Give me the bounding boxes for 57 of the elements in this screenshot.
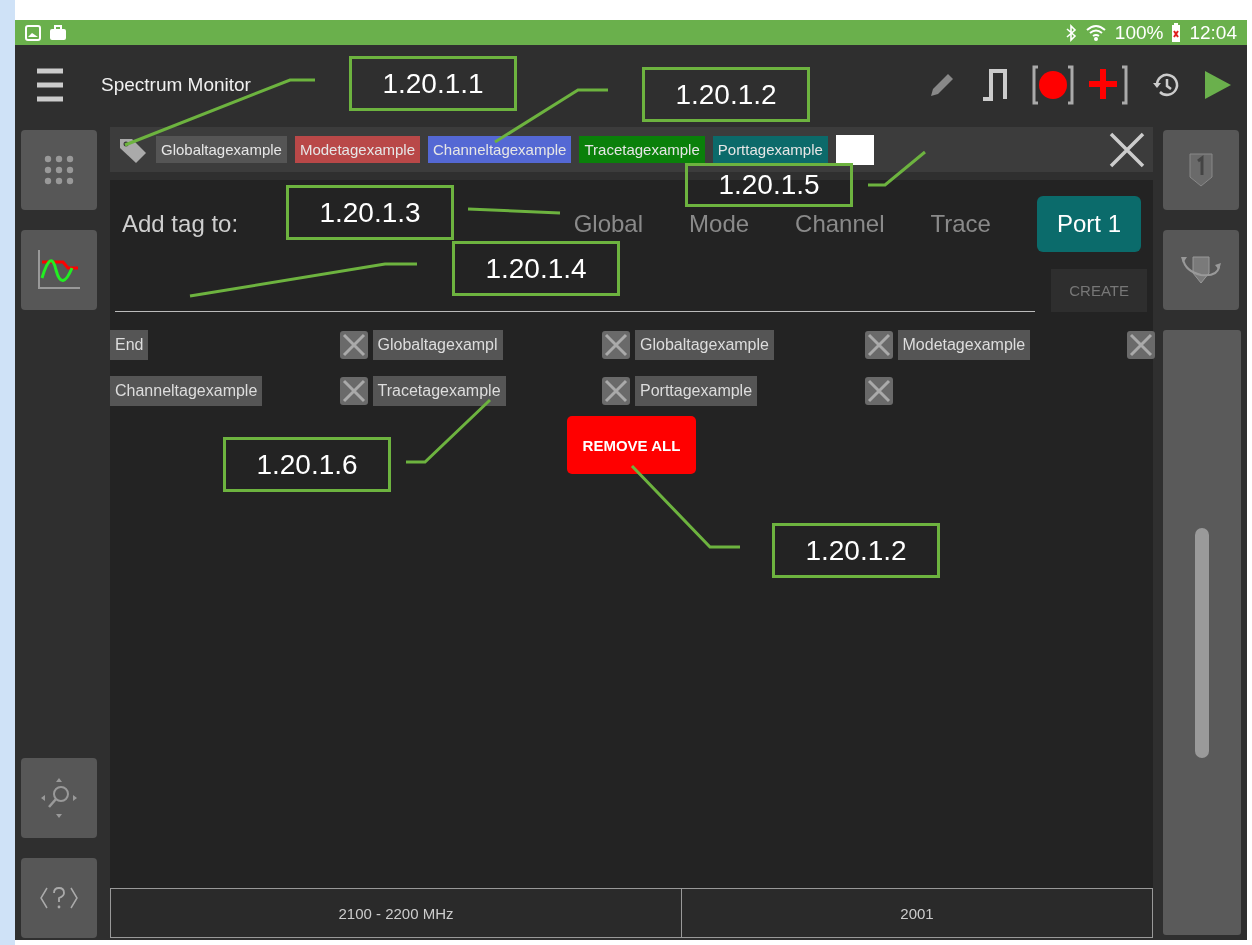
image-icon: [25, 24, 41, 41]
delete-tag-icon[interactable]: [863, 376, 894, 406]
record-icon[interactable]: [1031, 65, 1075, 105]
add-tag-label: Add tag to:: [122, 210, 239, 238]
delete-tag-icon[interactable]: [1126, 330, 1156, 360]
tag-chip: Modetagexample: [897, 330, 1031, 360]
magnifier-icon: [39, 776, 79, 820]
app-title: Spectrum Monitor: [101, 74, 251, 96]
close-icon[interactable]: [1109, 131, 1145, 168]
clock: 12:04: [1189, 21, 1237, 44]
footer-cell-text: 2100 - 2200 MHz: [337, 903, 455, 924]
battery-percent: 100%: [1114, 21, 1164, 44]
tag-chip[interactable]: Channeltagexample: [428, 136, 572, 163]
delete-tag-icon[interactable]: [338, 376, 369, 406]
target-tab[interactable]: Global: [573, 210, 644, 238]
trace-button[interactable]: [21, 230, 97, 310]
target-tab[interactable]: Mode: [689, 210, 750, 238]
delete-tag-icon[interactable]: [601, 330, 631, 360]
callout-label: 1.20.1.3: [286, 185, 454, 240]
tag-chip[interactable]: Globaltagexample: [156, 136, 287, 163]
wifi-icon: [1084, 23, 1107, 42]
new-tag-swatch: [835, 134, 874, 165]
help-icon: [39, 885, 79, 911]
menu-icon[interactable]: [37, 67, 63, 103]
keypad-button[interactable]: [21, 130, 97, 210]
callout-label: 1.20.1.1: [349, 56, 517, 111]
delete-tag-icon[interactable]: [863, 330, 894, 360]
tag-chip[interactable]: Tracetagexample: [579, 136, 705, 163]
callout-label: 1.20.1.2: [642, 67, 810, 122]
footer-cell: 2001: [681, 889, 1152, 937]
tag-chip: Globaltagexample: [635, 330, 774, 360]
leader-line: [868, 150, 926, 187]
target-tab[interactable]: Port 1: [1036, 196, 1141, 252]
callout-label: 1.20.1.5: [685, 163, 853, 207]
slider-handle[interactable]: [1195, 527, 1209, 758]
tag-chip[interactable]: Porttagexample: [712, 136, 828, 163]
bluetooth-icon: [1064, 23, 1077, 42]
remove-all-button[interactable]: REMOVE ALL: [567, 416, 696, 474]
tag-chip[interactable]: Modetagexample: [294, 136, 420, 163]
target-tab[interactable]: Trace: [930, 210, 991, 238]
port-badge-icon: [1189, 153, 1213, 187]
tag-chip: End: [110, 330, 149, 360]
callout-label: 1.20.1.2: [772, 523, 940, 578]
keypad-icon: [44, 155, 74, 185]
tag-chip: Globaltagexampl: [372, 330, 503, 360]
delete-tag-icon[interactable]: [601, 376, 631, 406]
briefcase-icon: [49, 24, 67, 41]
delete-tag-icon[interactable]: [338, 330, 369, 360]
play-icon[interactable]: [1203, 69, 1233, 101]
target-tab[interactable]: Channel: [795, 210, 885, 238]
trace-chart-icon: [36, 248, 82, 292]
battery-icon: [1171, 22, 1182, 43]
callout-label: 1.20.1.6: [223, 437, 391, 492]
tag-chip: Tracetagexample: [372, 376, 506, 406]
callout-label: 1.20.1.4: [452, 241, 620, 296]
tag-chip: Porttagexample: [635, 376, 758, 406]
tag-chip: Channeltagexample: [110, 376, 263, 406]
